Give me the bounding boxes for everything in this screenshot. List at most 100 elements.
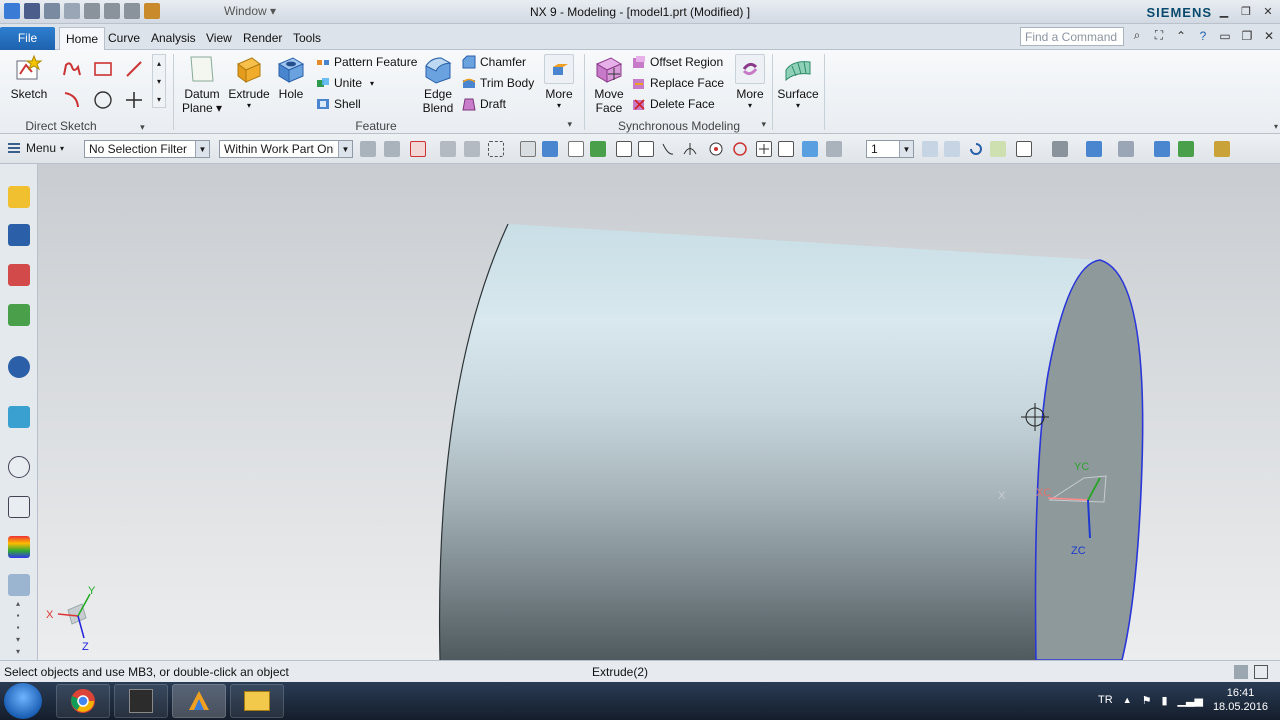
selection-filter-dropdown[interactable]: No Selection Filter ▼: [84, 140, 210, 158]
nx-taskbar-button[interactable]: [172, 684, 226, 718]
tab-curve[interactable]: Curve: [102, 27, 146, 50]
app-taskbar-button[interactable]: [114, 684, 168, 718]
chamfer-button[interactable]: Chamfer: [462, 53, 526, 71]
line-icon[interactable]: [124, 59, 144, 79]
status-window-icon[interactable]: [1254, 665, 1268, 679]
offset-region-button[interactable]: Offset Region: [632, 53, 723, 71]
pan-icon[interactable]: [990, 141, 1006, 157]
extrude-button[interactable]: Extrude ▾: [228, 54, 270, 110]
bounded-grid-icon[interactable]: [826, 141, 842, 157]
collapse-ribbon-icon[interactable]: ⌃: [1174, 29, 1188, 43]
body-selection-icon[interactable]: [464, 141, 480, 157]
curve-point-icon[interactable]: [660, 141, 676, 157]
view-cube-icon[interactable]: [1086, 141, 1102, 157]
assembly-navigator-icon[interactable]: [8, 186, 30, 208]
delete-face-button[interactable]: Delete Face: [632, 95, 715, 113]
hole-button[interactable]: Hole: [274, 54, 308, 101]
clock[interactable]: 16:41 18.05.2016: [1213, 686, 1268, 714]
menu-button[interactable]: Menu ▾: [8, 141, 64, 155]
network-icon[interactable]: ▮: [1161, 694, 1167, 707]
tab-home[interactable]: Home: [59, 27, 106, 50]
restore-part-icon[interactable]: ❐: [1240, 29, 1254, 43]
reuse-library-icon[interactable]: [8, 304, 30, 326]
search-icon[interactable]: ⌕: [1130, 28, 1144, 43]
eraser-icon[interactable]: [520, 141, 536, 157]
selection-scope-dropdown[interactable]: Within Work Part Only ▼: [219, 140, 353, 158]
tab-tools[interactable]: Tools: [287, 27, 327, 50]
shell-button[interactable]: Shell: [316, 95, 361, 113]
sketch-button[interactable]: Sketch: [8, 54, 50, 101]
ribbon-options[interactable]: ▾: [1274, 122, 1278, 131]
explorer-taskbar-button[interactable]: [230, 684, 284, 718]
intersection-icon[interactable]: [682, 141, 698, 157]
trim-body-button[interactable]: Trim Body: [462, 74, 534, 92]
flag-icon[interactable]: ⚑: [1142, 694, 1152, 707]
rendering-style-icon[interactable]: [1052, 141, 1068, 157]
tab-file[interactable]: File: [0, 27, 55, 50]
layer-dropdown[interactable]: 1 ▼: [866, 140, 914, 158]
resource-bar-scroll[interactable]: ▴ ▪ ▪ ▾ ▾: [11, 598, 25, 656]
info-icon[interactable]: [8, 356, 30, 378]
minimize-button[interactable]: ▁: [1214, 2, 1234, 20]
tab-analysis[interactable]: Analysis: [145, 27, 202, 50]
fullscreen-icon[interactable]: ⛶: [1152, 28, 1166, 43]
arc-icon[interactable]: [62, 90, 82, 110]
maximize-button[interactable]: ❐: [1236, 2, 1256, 20]
surface-button[interactable]: Surface ▾: [776, 54, 820, 110]
find-command-input[interactable]: Find a Command: [1020, 27, 1124, 46]
close-button[interactable]: ✕: [1258, 2, 1278, 20]
datum-plane-button[interactable]: Datum Plane ▾: [180, 54, 224, 115]
quadrant-icon[interactable]: [732, 141, 748, 157]
show-hidden-icons-icon[interactable]: ▲: [1123, 695, 1132, 705]
orient-view-icon[interactable]: [1016, 141, 1032, 157]
rectangle-icon[interactable]: [93, 59, 113, 79]
system-materials-icon[interactable]: [8, 536, 30, 558]
close-part-icon[interactable]: ✕: [1262, 29, 1276, 43]
clipping-icon[interactable]: [1118, 141, 1134, 157]
role-icon[interactable]: [8, 574, 30, 596]
start-button[interactable]: [4, 683, 42, 719]
unite-button[interactable]: Unite ▾: [316, 74, 374, 92]
sketch-gallery-scroll[interactable]: ▴ ▾ ▾: [152, 54, 166, 108]
palette-icon[interactable]: [8, 496, 30, 518]
move-face-button[interactable]: Move Face: [590, 54, 628, 115]
profile-icon[interactable]: [62, 59, 82, 79]
web-browser-icon[interactable]: [8, 406, 30, 428]
display-icon[interactable]: [1154, 141, 1170, 157]
network-icon[interactable]: [590, 141, 606, 157]
mid-point-icon[interactable]: [638, 141, 654, 157]
arc-center-icon[interactable]: [708, 141, 724, 157]
snap-points-icon[interactable]: [568, 141, 584, 157]
snap-icon[interactable]: [384, 141, 400, 157]
feature-selection-icon[interactable]: [440, 141, 456, 157]
fit-icon[interactable]: [922, 141, 938, 157]
general-selection-icon[interactable]: [360, 141, 376, 157]
select-all-icon[interactable]: [410, 141, 426, 157]
tab-view[interactable]: View: [200, 27, 238, 50]
existing-point-icon[interactable]: [756, 141, 772, 157]
rotate-icon[interactable]: [968, 141, 984, 157]
part-navigator-icon[interactable]: [8, 264, 30, 286]
point-icon[interactable]: [124, 90, 144, 110]
constraint-navigator-icon[interactable]: [8, 224, 30, 246]
tab-render[interactable]: Render: [237, 27, 288, 50]
graphics-window[interactable]: XC YC ZC X X Y Z: [38, 164, 1280, 660]
zoom-icon[interactable]: [944, 141, 960, 157]
rectangle-select-icon[interactable]: [488, 141, 504, 157]
history-icon[interactable]: [8, 456, 30, 478]
chrome-taskbar-button[interactable]: [56, 684, 110, 718]
pattern-feature-button[interactable]: Pattern Feature: [316, 53, 417, 71]
sync-more-button[interactable]: More ▾: [732, 54, 768, 110]
end-point-icon[interactable]: [616, 141, 632, 157]
signal-icon[interactable]: ▁▃▅: [1178, 694, 1203, 707]
replace-face-button[interactable]: Replace Face: [632, 74, 724, 92]
feature-more-button[interactable]: More ▾: [540, 54, 578, 110]
language-indicator[interactable]: TR: [1098, 694, 1113, 706]
status-fullscreen-icon[interactable]: [1234, 665, 1248, 679]
cube-icon[interactable]: [542, 141, 558, 157]
customize-icon[interactable]: [1214, 141, 1230, 157]
model-viewport[interactable]: XC YC ZC X X Y Z: [38, 164, 1280, 660]
help-icon[interactable]: ?: [1196, 29, 1210, 43]
circle-icon[interactable]: [93, 90, 113, 110]
minimize-part-icon[interactable]: ▭: [1218, 29, 1232, 43]
